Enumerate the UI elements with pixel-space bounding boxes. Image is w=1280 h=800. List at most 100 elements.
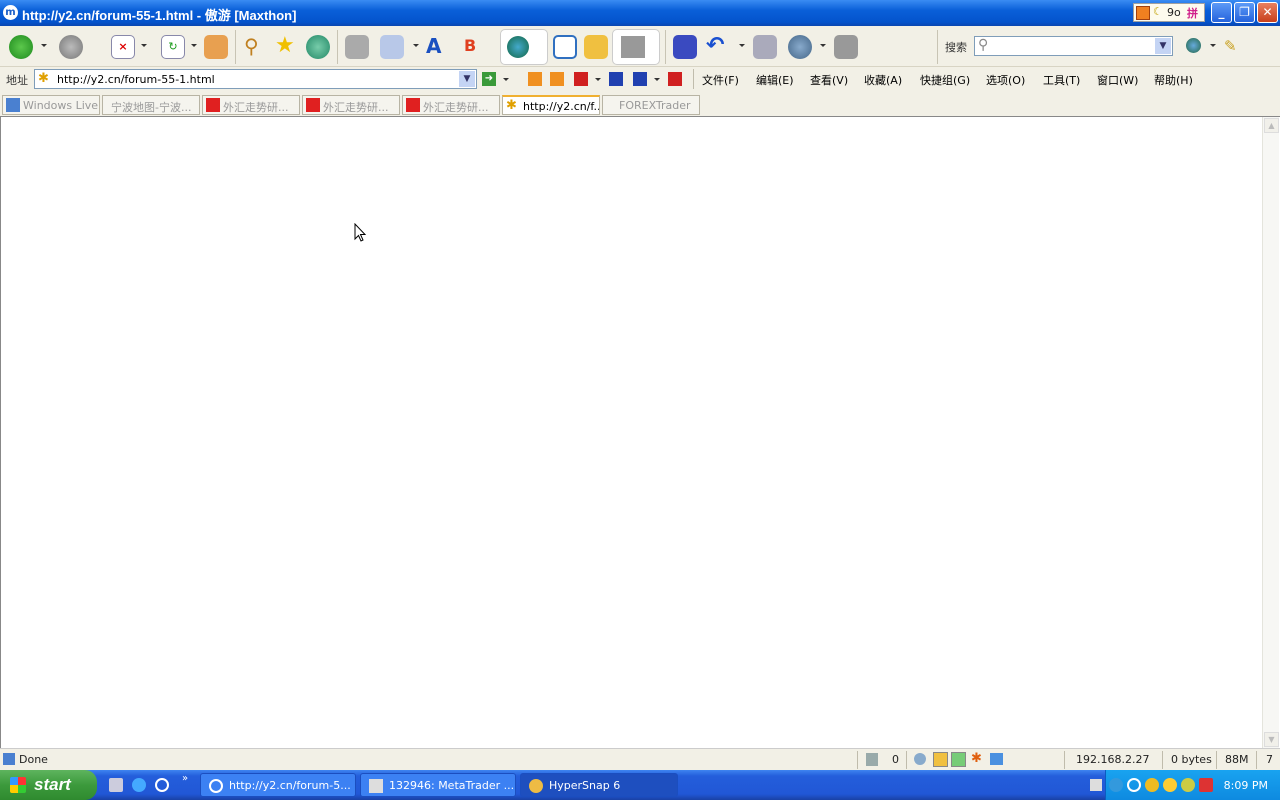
next-tab-icon[interactable] [550, 72, 564, 86]
search-input[interactable]: ⚲ ▼ [974, 36, 1173, 56]
close-tab-icon[interactable] [668, 72, 682, 86]
restore-button[interactable]: ❐ [1234, 2, 1255, 23]
task-maxthon[interactable]: http://y2.cn/forum-5... [200, 773, 356, 797]
tab-forextrader[interactable]: FOREXTrader [602, 95, 700, 115]
go-dropdown[interactable] [503, 78, 509, 81]
moon-icon[interactable]: ☾ [1153, 5, 1163, 18]
favorites-icon[interactable]: ★ [275, 35, 299, 59]
menu-window[interactable]: 窗口(W) [1097, 72, 1138, 88]
stop-dropdown[interactable] [141, 44, 147, 47]
restore-tab-icon[interactable] [633, 72, 647, 86]
memory-usage: 88M [1225, 753, 1249, 766]
task-metatrader[interactable]: 132946: MetaTrader ... [360, 773, 516, 797]
home-icon[interactable] [204, 35, 228, 59]
start-button[interactable]: start [0, 770, 97, 800]
trash-icon[interactable] [866, 753, 878, 766]
task-hypersnap[interactable]: HyperSnap 6 [520, 773, 678, 797]
menu-file[interactable]: 文件(F) [702, 72, 739, 88]
tab-ningbo-map[interactable]: 宁波地图-宁波... [102, 95, 200, 115]
proxy-button[interactable] [612, 29, 660, 65]
prev-tab-icon[interactable] [528, 72, 542, 86]
close-button[interactable]: ✕ [1257, 2, 1278, 23]
font-icon[interactable]: A [426, 35, 450, 59]
menu-favorites[interactable]: 收藏(A) [864, 72, 902, 88]
ime-toolbar[interactable]: ☾ 9o 拼 [1133, 3, 1205, 22]
address-input[interactable]: ✱ http://y2.cn/forum-55-1.html ▼ [34, 69, 477, 89]
keyboard-icon[interactable] [1090, 779, 1102, 791]
status-extra: 7 [1266, 753, 1273, 766]
new-window-icon[interactable] [553, 35, 577, 59]
stop-icon[interactable]: × [111, 35, 135, 59]
go-icon[interactable]: ➜ [482, 72, 496, 86]
tab-label: FOREXTrader [619, 99, 691, 112]
search-globe-icon[interactable] [1186, 38, 1201, 53]
vertical-scrollbar[interactable]: ▲ ▼ [1262, 117, 1279, 748]
tray-network-icon[interactable] [1145, 778, 1159, 792]
history-icon[interactable] [306, 35, 330, 59]
ime-icon[interactable] [1136, 6, 1150, 20]
back-dropdown[interactable] [41, 44, 47, 47]
tray-app-icon[interactable] [1181, 778, 1195, 792]
highlight-icon[interactable]: ✎ [1224, 37, 1237, 55]
tab-forex-2[interactable]: 外汇走势研... [302, 95, 400, 115]
address-url[interactable]: http://y2.cn/forum-55-1.html [57, 73, 215, 86]
scroll-up-button[interactable]: ▲ [1264, 118, 1279, 133]
refresh-icon[interactable]: ↻ [161, 35, 185, 59]
tab-y2-active[interactable]: ✱ http://y2.cn/f... [502, 95, 600, 115]
screen-icon[interactable] [990, 753, 1003, 765]
minimize-button[interactable]: _ [1211, 2, 1232, 23]
popup-blocker-icon[interactable] [584, 35, 608, 59]
save-icon[interactable] [673, 35, 697, 59]
web-services-button[interactable] [500, 29, 548, 65]
menu-help[interactable]: 帮助(H) [1154, 72, 1193, 88]
mail-dropdown[interactable] [413, 44, 419, 47]
address-bar: 地址 ✱ http://y2.cn/forum-55-1.html ▼ ➜ 文件… [0, 67, 1280, 92]
minimize-tab-icon[interactable] [609, 72, 623, 86]
translate-icon[interactable]: B [464, 35, 488, 59]
search-engine-icon[interactable]: ⚲ [978, 37, 988, 53]
plugin-icon[interactable]: ✱ [971, 751, 982, 766]
ie-icon[interactable] [132, 778, 146, 792]
tray-flash-icon[interactable] [1199, 778, 1213, 792]
close-tabs-dropdown[interactable] [595, 78, 601, 81]
tools-icon[interactable] [788, 35, 812, 59]
close-tabs-icon[interactable] [574, 72, 588, 86]
ad-filter-icon[interactable] [951, 752, 966, 767]
menu-options[interactable]: 选项(O) [986, 72, 1025, 88]
status-text: Done [19, 753, 48, 766]
undo-icon[interactable]: ↶ [706, 35, 730, 59]
mail-icon[interactable] [380, 35, 404, 59]
tab-forex-1[interactable]: 外汇走势研... [202, 95, 300, 115]
search-globe-dropdown[interactable] [1210, 44, 1216, 47]
collect-icon[interactable] [834, 35, 858, 59]
tab-windows-live[interactable]: Windows Live... [2, 95, 100, 115]
ime-mode[interactable]: 9o [1167, 6, 1181, 19]
show-desktop-icon[interactable] [109, 778, 123, 792]
forward-icon[interactable] [59, 35, 83, 59]
tray-expand-icon[interactable] [1109, 778, 1123, 792]
address-dropdown[interactable]: ▼ [459, 71, 475, 87]
ime-pinyin[interactable]: 拼 [1187, 5, 1198, 21]
refresh-dropdown[interactable] [191, 44, 197, 47]
menu-tools[interactable]: 工具(T) [1043, 72, 1080, 88]
undo-dropdown[interactable] [739, 44, 745, 47]
tab-forex-3[interactable]: 外汇走势研... [402, 95, 500, 115]
search-label: 搜索 [945, 41, 967, 54]
search-icon[interactable]: ⚲ [244, 35, 268, 59]
search-dropdown[interactable]: ▼ [1155, 38, 1171, 54]
scroll-down-button[interactable]: ▼ [1264, 732, 1279, 747]
restore-tab-dropdown[interactable] [654, 78, 660, 81]
tray-messenger-icon[interactable] [1163, 778, 1177, 792]
print-preview-icon[interactable] [753, 35, 777, 59]
tray-maxthon-icon[interactable] [1127, 778, 1141, 792]
tools-dropdown[interactable] [820, 44, 826, 47]
popup-filter-icon[interactable] [933, 752, 948, 767]
maxthon-quicklaunch-icon[interactable] [155, 778, 169, 792]
menu-edit[interactable]: 编辑(E) [756, 72, 794, 88]
menu-groups[interactable]: 快捷组(G) [920, 72, 970, 88]
sync-icon[interactable] [914, 753, 926, 765]
menu-view[interactable]: 查看(V) [810, 72, 848, 88]
back-icon[interactable] [9, 35, 33, 59]
quicklaunch-more-icon[interactable]: » [182, 773, 188, 784]
print-icon[interactable] [345, 35, 369, 59]
